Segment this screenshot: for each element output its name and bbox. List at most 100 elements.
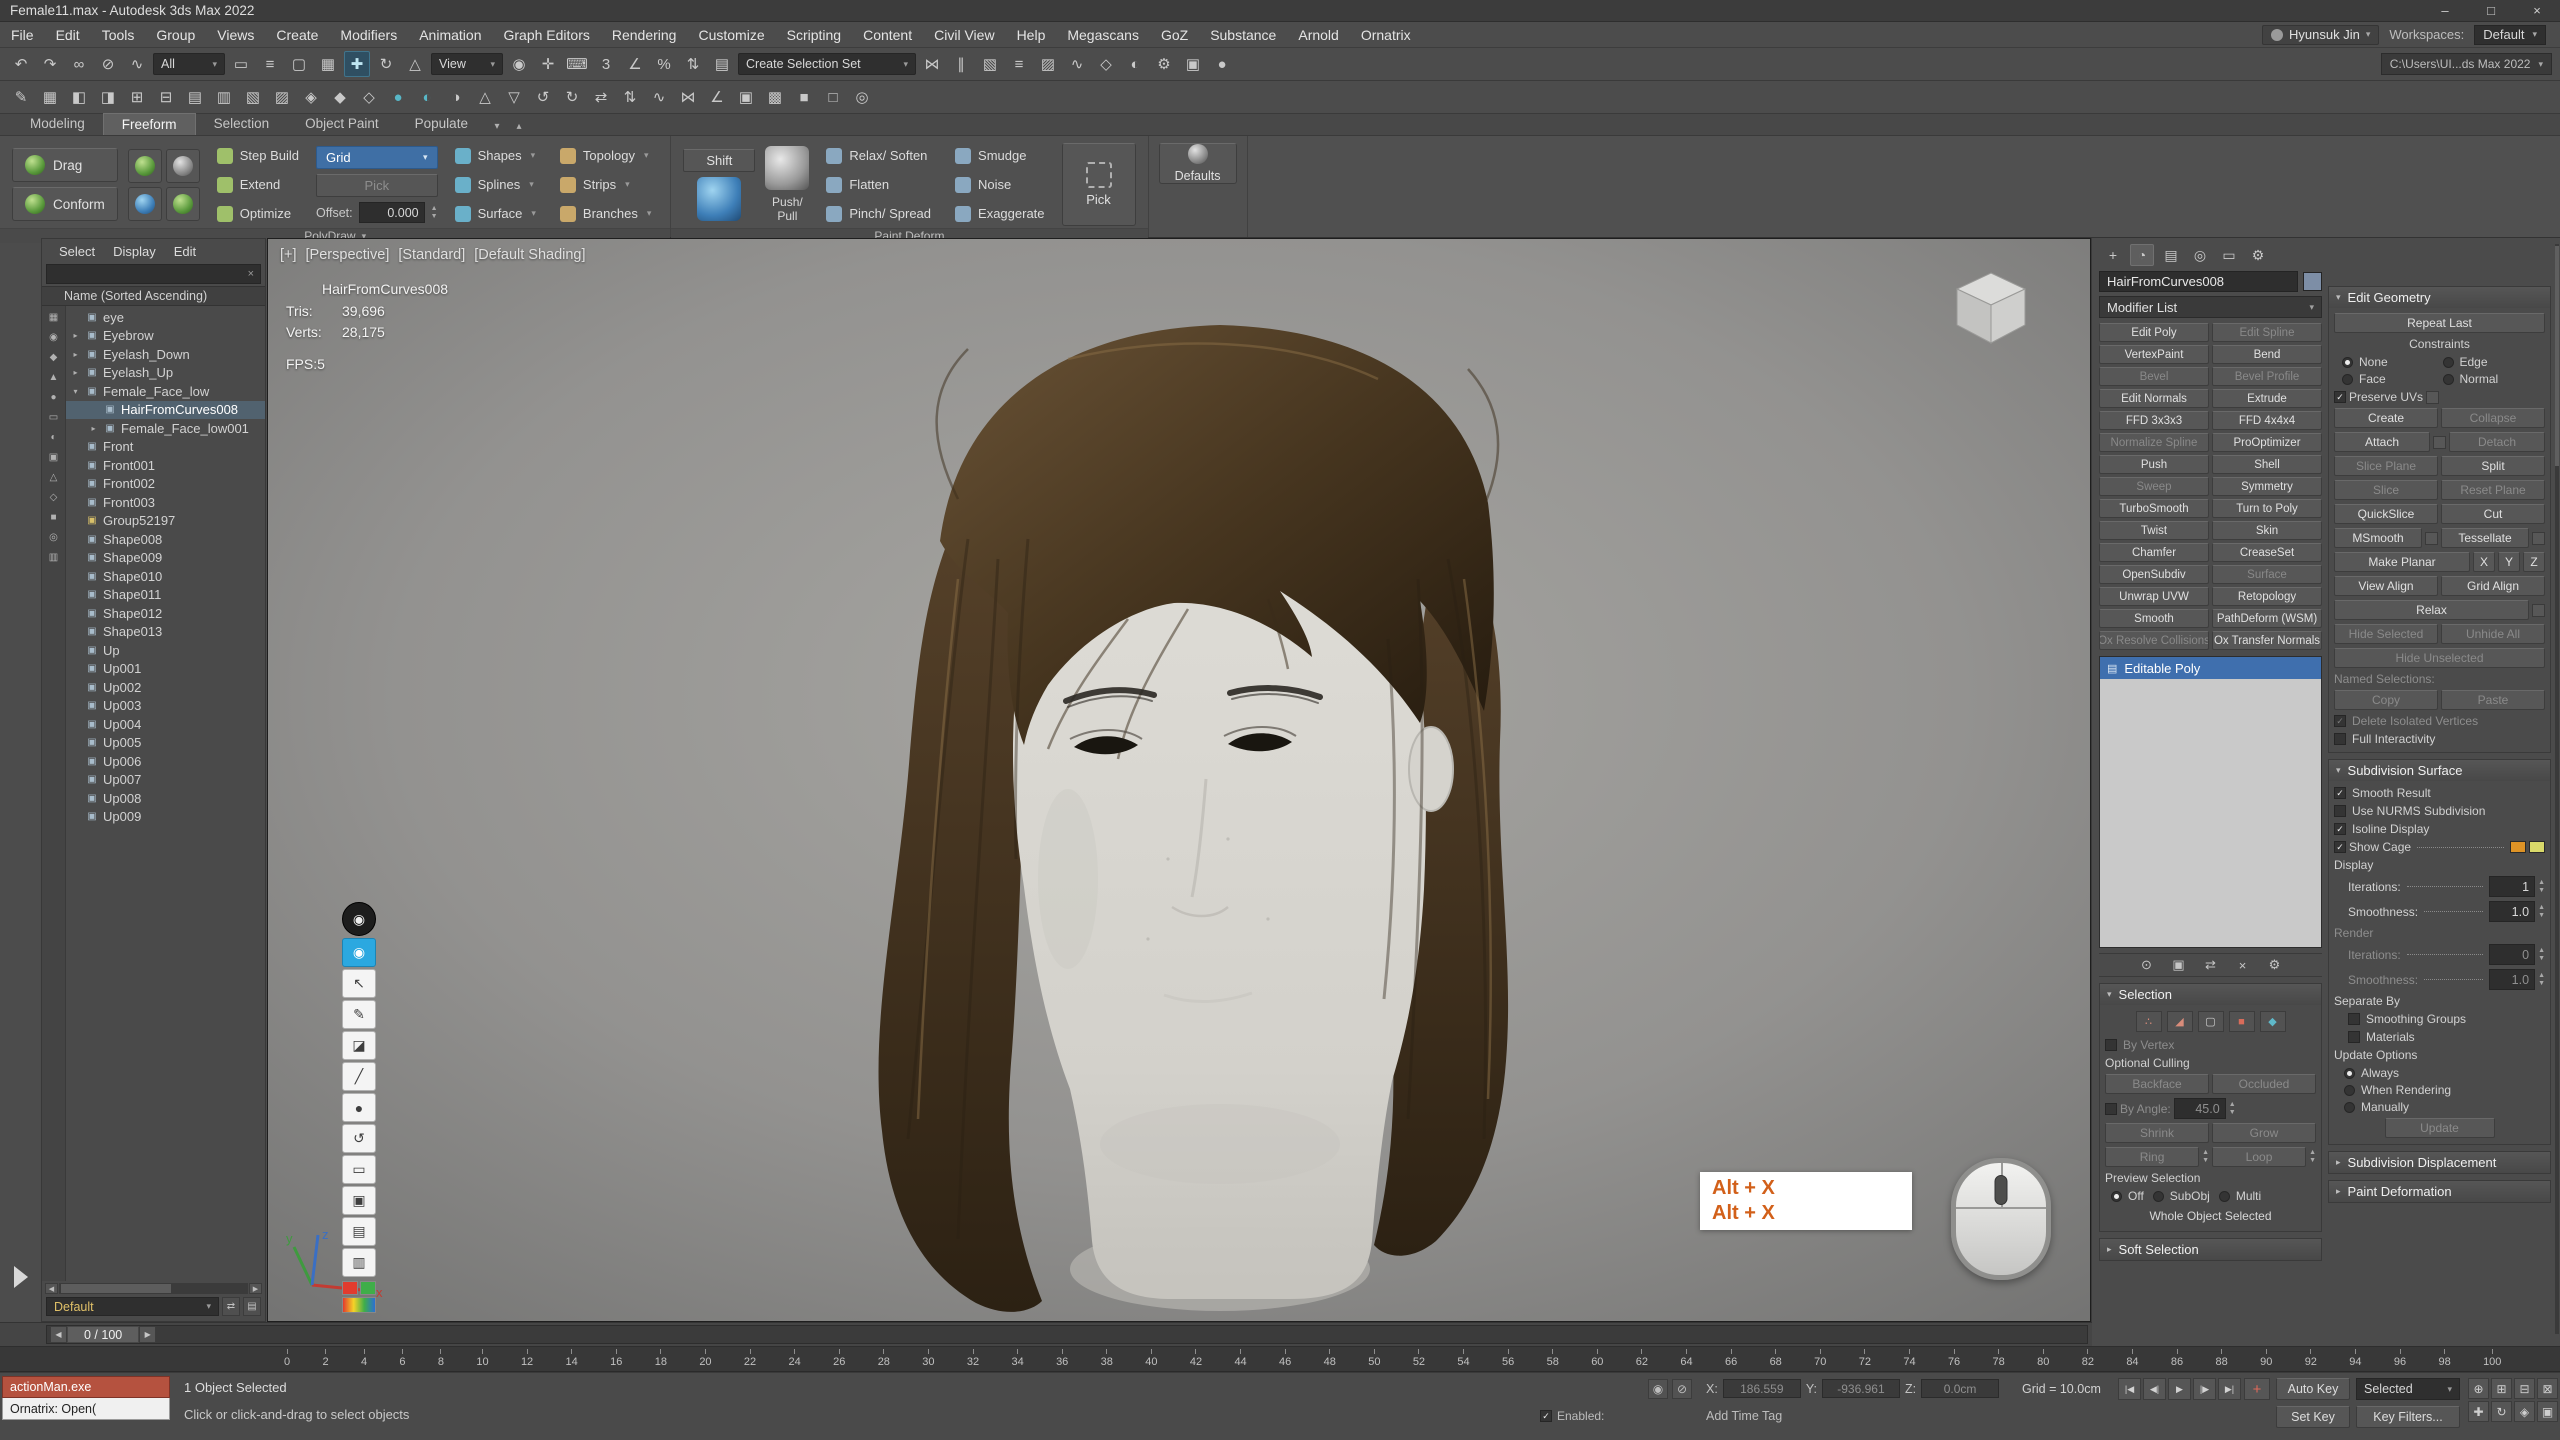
attach-button[interactable]: Attach: [2334, 432, 2430, 452]
display-helpers-filter-icon[interactable]: ●: [44, 389, 64, 406]
delete-isolated-vertices-checkbox[interactable]: ✓: [2334, 715, 2346, 727]
time-slider-handle[interactable]: 0 / 100: [67, 1326, 139, 1343]
display-iterations-field[interactable]: 1: [2489, 876, 2535, 897]
custom-script-icon[interactable]: ▽: [501, 84, 527, 110]
loop-button[interactable]: Loop: [2212, 1147, 2306, 1167]
viewport-menu-pov[interactable]: [Perspective]: [306, 247, 390, 263]
scene-object-row[interactable]: ▾ ▣ Female_Face_low: [66, 382, 265, 401]
relax-settings-button[interactable]: [2532, 604, 2545, 617]
by-angle-checkbox[interactable]: [2105, 1103, 2117, 1115]
display-spacewarps-filter-icon[interactable]: ▭: [44, 409, 64, 426]
signin-user-button[interactable]: Hyunsuk Jin▾: [2262, 25, 2379, 45]
repeat-last-button[interactable]: Repeat Last: [2334, 313, 2545, 333]
custom-script-icon[interactable]: ■: [791, 84, 817, 110]
pan-icon[interactable]: ✚: [2468, 1401, 2489, 1422]
scene-object-row[interactable]: ▣ Up004: [66, 715, 265, 734]
constraint-radio[interactable]: None: [2342, 355, 2437, 369]
named-selection-set-dropdown[interactable]: Create Selection Set: [738, 53, 916, 75]
panel-expand-tab[interactable]: [14, 1266, 28, 1288]
preview-selection-radio[interactable]: Off: [2111, 1189, 2144, 1203]
menu-item[interactable]: Help: [1006, 27, 1057, 43]
custom-script-icon[interactable]: ▩: [762, 84, 788, 110]
polydraw-tool-button[interactable]: Splines▾: [448, 172, 543, 197]
explorer-sort-header[interactable]: Name (Sorted Ascending): [42, 286, 265, 306]
scene-object-row[interactable]: ▣ Up: [66, 641, 265, 660]
curve-editor-icon[interactable]: ∿: [1064, 51, 1090, 77]
conform-button[interactable]: Conform: [12, 187, 118, 221]
custom-script-icon[interactable]: ◐: [414, 84, 440, 110]
custom-script-icon[interactable]: □: [820, 84, 846, 110]
show-cage-checkbox[interactable]: ✓: [2334, 841, 2346, 853]
listener-line[interactable]: Ornatrix: Open(: [2, 1398, 170, 1420]
track-bar[interactable]: 0246810121416182022242628303234363840424…: [0, 1346, 2560, 1372]
custom-script-icon[interactable]: ✎: [8, 84, 34, 110]
select-and-scale-icon[interactable]: △: [402, 51, 428, 77]
next-frame-arrow[interactable]: ▶: [139, 1326, 156, 1343]
custom-script-icon[interactable]: ◨: [95, 84, 121, 110]
toggle-layer-explorer-icon[interactable]: ≡: [1006, 51, 1032, 77]
expand-caret-icon[interactable]: ▸: [70, 331, 81, 340]
polydraw-tool-button[interactable]: Strips▾: [553, 172, 658, 197]
modifier-button[interactable]: Bevel: [2099, 367, 2209, 386]
stack-entry-editable-poly[interactable]: ▤ Editable Poly: [2100, 657, 2321, 679]
scene-object-row[interactable]: ▣ Shape011: [66, 586, 265, 605]
scene-object-row[interactable]: ▣ HairFromCurves008: [66, 401, 265, 420]
modifier-button[interactable]: Twist: [2099, 521, 2209, 540]
redo-icon[interactable]: ↷: [37, 51, 63, 77]
scene-object-row[interactable]: ▣ Shape008: [66, 530, 265, 549]
pin-stack-icon[interactable]: ⊙: [2136, 955, 2158, 975]
coordinate-x-field[interactable]: 186.559: [1723, 1379, 1801, 1398]
msmooth-settings-button[interactable]: [2425, 532, 2438, 545]
ribbon-config-icon[interactable]: ▾: [486, 117, 508, 135]
green-color-swatch[interactable]: [360, 1281, 376, 1295]
expand-caret-icon[interactable]: ▾: [70, 387, 81, 396]
preserve-uvs-settings-button[interactable]: [2426, 391, 2439, 404]
menu-item[interactable]: Animation: [408, 27, 492, 43]
highlighter-tool-button[interactable]: ◪: [342, 1031, 376, 1060]
planar-x-button[interactable]: X: [2473, 552, 2495, 572]
conform-brush-icon[interactable]: [166, 187, 200, 221]
zoom-all-icon[interactable]: ⊟: [2514, 1378, 2535, 1399]
modifier-list-dropdown[interactable]: Modifier List: [2099, 296, 2322, 318]
scroll-right-icon[interactable]: ▶: [249, 1283, 262, 1294]
utilities-tab-icon[interactable]: ⚙: [2246, 244, 2270, 266]
ribbon-tab[interactable]: Object Paint: [287, 113, 397, 135]
modifier-button[interactable]: Edit Poly: [2099, 323, 2209, 342]
custom-script-icon[interactable]: ⋈: [675, 84, 701, 110]
mirror-icon[interactable]: ⋈: [919, 51, 945, 77]
render-production-icon[interactable]: ●: [1209, 51, 1235, 77]
display-materials-filter-icon[interactable]: ■: [44, 509, 64, 526]
modifier-button[interactable]: Unwrap UVW: [2099, 587, 2209, 606]
use-pivot-center-icon[interactable]: ◉: [506, 51, 532, 77]
modifier-button[interactable]: Extrude: [2212, 389, 2322, 408]
custom-script-icon[interactable]: ↻: [559, 84, 585, 110]
scene-object-row[interactable]: ▣ Up002: [66, 678, 265, 697]
display-frozen-filter-icon[interactable]: ◎: [44, 529, 64, 546]
update-option-radio[interactable]: When Rendering: [2344, 1083, 2545, 1097]
custom-script-icon[interactable]: ◈: [298, 84, 324, 110]
drag-button[interactable]: Drag: [12, 148, 118, 182]
explorer-hscrollbar[interactable]: ◀ ▶: [45, 1282, 262, 1295]
render-smoothness-spinner[interactable]: ▲▼: [2538, 972, 2545, 987]
hide-unselected-button[interactable]: Hide Unselected: [2334, 648, 2545, 668]
render-setup-icon[interactable]: ⚙: [1151, 51, 1177, 77]
paint-deform-tool-button[interactable]: Noise: [948, 172, 1052, 197]
custom-script-icon[interactable]: ▦: [37, 84, 63, 110]
modifier-button[interactable]: OpenSubdiv: [2099, 565, 2209, 584]
display-cameras-filter-icon[interactable]: ▲: [44, 369, 64, 386]
object-name-field[interactable]: HairFromCurves008: [2099, 271, 2298, 292]
display-geometry-filter-icon[interactable]: ▦: [44, 309, 64, 326]
detach-button[interactable]: Detach: [2449, 432, 2545, 452]
preview-selection-radio[interactable]: SubObj: [2153, 1189, 2210, 1203]
menu-item[interactable]: Tools: [91, 27, 146, 43]
scene-object-row[interactable]: ▸ ▣ Eyelash_Down: [66, 345, 265, 364]
bind-to-space-warp-icon[interactable]: ∿: [124, 51, 150, 77]
menu-item[interactable]: Civil View: [923, 27, 1005, 43]
select-by-name-icon[interactable]: ≡: [257, 51, 283, 77]
scroll-left-icon[interactable]: ◀: [45, 1283, 58, 1294]
edge-mode-icon[interactable]: ◢: [2167, 1011, 2193, 1032]
display-lights-filter-icon[interactable]: ◆: [44, 349, 64, 366]
eraser-tool-button[interactable]: ▭: [342, 1155, 376, 1184]
polydraw-tool-button[interactable]: Shapes▾: [448, 143, 543, 168]
expand-caret-icon[interactable]: ▸: [88, 424, 99, 433]
